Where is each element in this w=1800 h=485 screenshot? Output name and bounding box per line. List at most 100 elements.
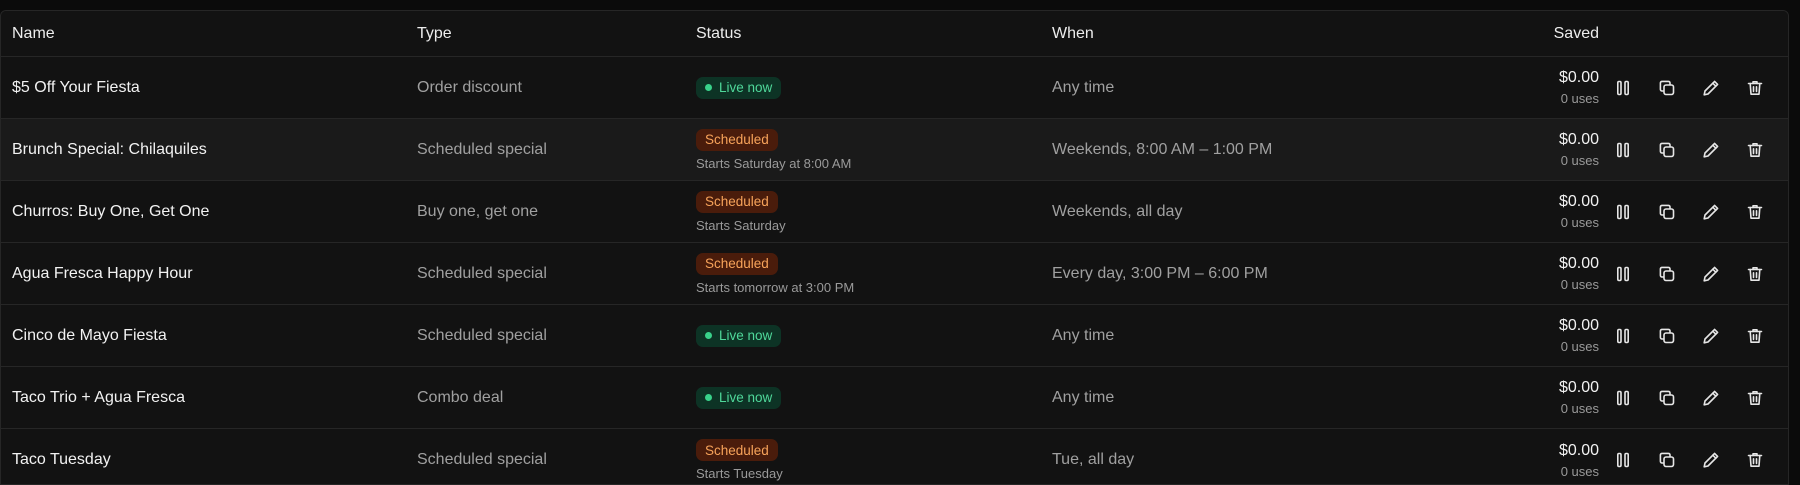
table-row[interactable]: Brunch Special: Chilaquiles Scheduled spe… [1,119,1788,181]
uses-count: 0 uses [1560,277,1599,292]
duplicate-button[interactable] [1655,262,1679,286]
column-header-type[interactable]: Type [417,25,687,43]
schedule-text: Any time [1052,388,1115,406]
pause-button[interactable] [1611,448,1635,472]
duplicate-button[interactable] [1655,76,1679,100]
edit-icon [1701,140,1721,160]
cell-saved: $0.00 0 uses [1501,429,1599,484]
cell-type: Order discount [417,57,687,118]
edit-button[interactable] [1699,138,1723,162]
status-label: Live now [719,80,773,95]
delete-button[interactable] [1743,386,1767,410]
promotion-type: Scheduled special [417,326,547,344]
cell-type: Scheduled special [417,429,687,484]
status-detail: Starts Tuesday [696,466,783,481]
promotion-name[interactable]: Taco Tuesday [12,451,412,469]
cell-name: Cinco de Mayo Fiesta [12,305,412,366]
table-row[interactable]: $5 Off Your Fiesta Order discount Live now… [1,57,1788,119]
edit-button[interactable] [1699,200,1723,224]
trash-icon [1745,140,1765,160]
pause-button[interactable] [1611,324,1635,348]
row-actions [1611,181,1788,242]
cell-name: Agua Fresca Happy Hour [12,243,412,304]
duplicate-icon [1657,202,1677,222]
promotion-type: Scheduled special [417,140,547,158]
promotion-name[interactable]: Agua Fresca Happy Hour [12,265,412,283]
schedule-text: Any time [1052,78,1115,96]
duplicate-button[interactable] [1655,448,1679,472]
pause-button[interactable] [1611,386,1635,410]
cell-status: Scheduled Starts Tuesday [696,429,1046,484]
promotion-name[interactable]: $5 Off Your Fiesta [12,79,412,97]
table-header: Name Type Status When Saved [1,11,1788,57]
status-badge: Live now [696,76,782,99]
table-row[interactable]: Cinco de Mayo Fiesta Scheduled special Liv… [1,305,1788,367]
promotion-name[interactable]: Churros: Buy One, Get One [12,203,412,221]
edit-button[interactable] [1699,386,1723,410]
pause-icon [1613,388,1633,408]
pause-button[interactable] [1611,138,1635,162]
saved-amount: $0.00 [1558,317,1599,334]
edit-button[interactable] [1699,448,1723,472]
edit-button[interactable] [1699,324,1723,348]
edit-button[interactable] [1699,76,1723,100]
promotions-table: Name Type Status When Saved $5 Off Your … [0,10,1789,485]
delete-button[interactable] [1743,324,1767,348]
cell-saved: $0.00 0 uses [1501,181,1599,242]
edit-icon [1701,326,1721,346]
delete-button[interactable] [1743,448,1767,472]
promotion-type: Scheduled special [417,264,547,282]
cell-when: Weekends, all day [1052,181,1502,242]
trash-icon [1745,264,1765,284]
pause-button[interactable] [1611,262,1635,286]
status-badge: Scheduled [696,128,778,151]
cell-status: Scheduled Starts Saturday at 8:00 AM [696,119,1046,180]
column-header-status[interactable]: Status [696,25,1046,43]
cell-when: Any time [1052,367,1502,428]
table-row[interactable]: Churros: Buy One, Get One Buy one, get on… [1,181,1788,243]
column-header-saved[interactable]: Saved [1554,25,1599,43]
trash-icon [1745,326,1765,346]
delete-button[interactable] [1743,76,1767,100]
pause-button[interactable] [1611,200,1635,224]
delete-button[interactable] [1743,200,1767,224]
table-row[interactable]: Taco Tuesday Scheduled special Scheduled St… [1,429,1788,484]
pause-button[interactable] [1611,76,1635,100]
row-actions [1611,57,1788,118]
edit-icon [1701,450,1721,470]
column-header-name[interactable]: Name [12,25,412,43]
saved-amount: $0.00 [1558,379,1599,396]
cell-type: Scheduled special [417,119,687,180]
trash-icon [1745,450,1765,470]
column-header-when[interactable]: When [1052,25,1502,43]
row-actions [1611,429,1788,484]
schedule-text: Tue, all day [1052,451,1135,468]
duplicate-button[interactable] [1655,138,1679,162]
saved-amount: $0.00 [1558,69,1599,86]
status-badge: Scheduled [696,252,778,275]
cell-when: Weekends, 8:00 AM – 1:00 PM [1052,119,1502,180]
table-row[interactable]: Taco Trio + Agua Fresca Combo deal Live no… [1,367,1788,429]
row-actions [1611,243,1788,304]
table-row[interactable]: Agua Fresca Happy Hour Scheduled special S… [1,243,1788,305]
duplicate-button[interactable] [1655,324,1679,348]
uses-count: 0 uses [1560,153,1599,168]
saved-amount: $0.00 [1558,193,1599,210]
promotion-name[interactable]: Cinco de Mayo Fiesta [12,327,412,345]
status-detail: Starts Saturday at 8:00 AM [696,155,852,171]
promotion-name[interactable]: Taco Trio + Agua Fresca [12,389,412,407]
schedule-text: Weekends, all day [1052,202,1183,220]
cell-when: Every day, 3:00 PM – 6:00 PM [1052,243,1502,304]
cell-saved: $0.00 0 uses [1501,305,1599,366]
edit-button[interactable] [1699,262,1723,286]
delete-button[interactable] [1743,262,1767,286]
duplicate-button[interactable] [1655,200,1679,224]
delete-button[interactable] [1743,138,1767,162]
cell-name: Taco Trio + Agua Fresca [12,367,412,428]
promotion-name[interactable]: Brunch Special: Chilaquiles [12,141,412,159]
status-label: Scheduled [705,132,769,147]
table-body: $5 Off Your Fiesta Order discount Live now… [1,57,1788,484]
status-label: Scheduled [705,194,769,209]
duplicate-button[interactable] [1655,386,1679,410]
cell-type: Scheduled special [417,243,687,304]
